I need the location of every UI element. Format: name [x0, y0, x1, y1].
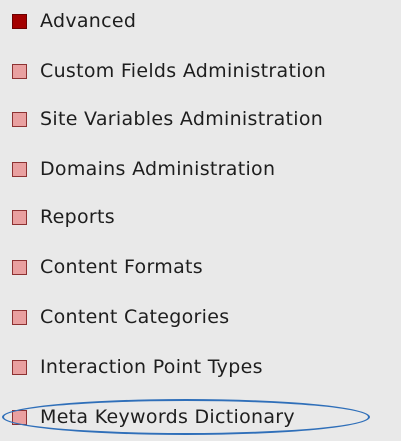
- menu-item-reports[interactable]: Reports: [0, 197, 401, 237]
- menu-item-label: Site Variables Administration: [40, 108, 324, 130]
- menu-item-label: Domains Administration: [40, 158, 276, 180]
- menu-bullet-icon: [12, 111, 27, 127]
- menu-bullet-icon: [12, 161, 27, 177]
- menu-item-advanced[interactable]: Advanced: [0, 1, 401, 41]
- menu-item-label: Content Formats: [40, 256, 203, 278]
- menu-item-label: Reports: [40, 206, 115, 228]
- menu-item-content-categories[interactable]: Content Categories: [0, 297, 401, 337]
- menu-bullet-icon: [12, 309, 27, 325]
- menu-item-label: Custom Fields Administration: [40, 60, 327, 82]
- menu-item-custom-fields-administration[interactable]: Custom Fields Administration: [0, 51, 401, 91]
- menu-bullet-icon: [12, 409, 27, 425]
- menu-item-meta-keywords-dictionary[interactable]: Meta Keywords Dictionary: [0, 397, 401, 437]
- menu-bullet-icon: [12, 259, 27, 275]
- menu-bullet-icon: [12, 13, 27, 29]
- menu-item-label: Advanced: [40, 10, 137, 32]
- menu-bullet-icon: [12, 63, 27, 79]
- admin-menu-panel: Advanced Custom Fields Administration Si…: [0, 0, 401, 441]
- menu-item-label: Content Categories: [40, 306, 230, 328]
- menu-item-label: Interaction Point Types: [40, 356, 263, 378]
- menu-item-interaction-point-types[interactable]: Interaction Point Types: [0, 347, 401, 387]
- menu-item-domains-administration[interactable]: Domains Administration: [0, 149, 401, 189]
- menu-bullet-icon: [12, 359, 27, 375]
- menu-item-content-formats[interactable]: Content Formats: [0, 247, 401, 287]
- menu-item-site-variables-administration[interactable]: Site Variables Administration: [0, 99, 401, 139]
- menu-item-label: Meta Keywords Dictionary: [40, 406, 295, 428]
- menu-bullet-icon: [12, 209, 27, 225]
